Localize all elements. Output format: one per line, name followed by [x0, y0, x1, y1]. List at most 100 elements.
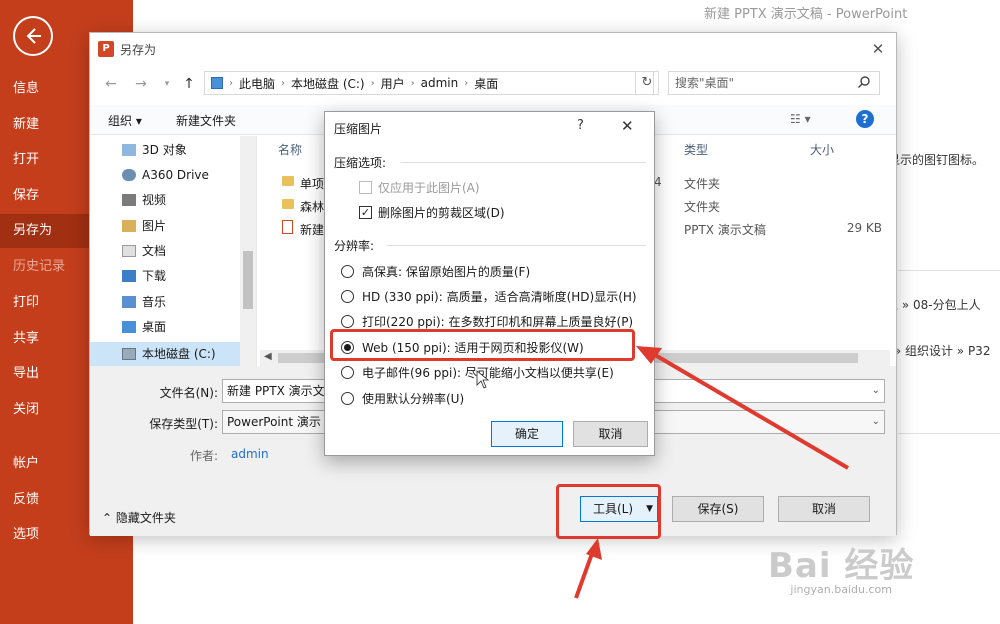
close-icon[interactable]: ✕ [868, 39, 888, 59]
tree-item-desktop[interactable]: 桌面 [122, 315, 166, 339]
author-value[interactable]: admin [231, 447, 269, 461]
cancel-button[interactable]: 取消 [573, 421, 648, 447]
hide-folders-toggle[interactable]: ⌃ 隐藏文件夹 [102, 509, 176, 526]
chevron-up-icon: ⌃ [102, 511, 113, 525]
refresh-icon[interactable]: ↻ [635, 71, 659, 95]
save-button[interactable]: 保存(S) [672, 496, 764, 522]
tree-item-local-disk[interactable]: 本地磁盘 (C:) [90, 342, 240, 366]
radio-label: HD (330 ppi): 高质量，适合高清晰度(HD)显示(H) [362, 290, 637, 304]
radio-label: 打印(220 ppi): 在多数打印机和屏幕上质量良好(P) [362, 315, 634, 329]
breadcrumb-separator-icon: › [410, 77, 415, 89]
tree-item-a360[interactable]: A360 Drive [122, 163, 209, 187]
file-type: 文件夹 [684, 200, 721, 214]
help-icon[interactable]: ? [577, 118, 584, 133]
view-options-icon[interactable]: ☷ ▾ [790, 112, 811, 126]
dialog-title: 压缩图片 [334, 122, 383, 136]
file-type: PPTX 演示文稿 [684, 223, 766, 237]
3d-objects-icon [122, 144, 136, 156]
column-name[interactable]: 名称 [278, 141, 302, 158]
tree-item-downloads[interactable]: 下载 [122, 264, 166, 288]
delete-cropped-checkbox[interactable]: ✓ 删除图片的剪裁区域(D) [359, 204, 505, 221]
apply-only-label: 仅应用于此图片(A) [378, 181, 480, 195]
pc-icon [211, 77, 223, 89]
watermark: Bai 经验 jingyan.baidu.com [768, 538, 914, 596]
radio-icon [341, 265, 354, 278]
radio-label: 高保真: 保留原始图片的质量(F) [362, 265, 531, 279]
help-icon[interactable]: ? [856, 110, 874, 128]
address-bar[interactable]: › 此电脑 › 本地磁盘 (C:) › 用户 › admin › 桌面 [204, 71, 654, 95]
file-name: 新建 [300, 223, 325, 237]
drive-icon [122, 348, 136, 360]
breadcrumb-desktop[interactable]: 桌面 [474, 75, 498, 92]
checkbox-icon [359, 181, 372, 194]
download-icon [122, 270, 136, 282]
file-size: 29 KB [846, 221, 882, 235]
organize-button[interactable]: 组织 ▾ [108, 112, 142, 129]
radio-icon [341, 392, 354, 405]
ok-button[interactable]: 确定 [491, 421, 563, 447]
music-icon [122, 296, 136, 308]
hide-folders-label: 隐藏文件夹 [115, 511, 176, 525]
cancel-button[interactable]: 取消 [778, 496, 870, 522]
back-nav-icon[interactable]: ← [102, 75, 120, 93]
tree-item-music[interactable]: 音乐 [122, 290, 166, 314]
scroll-left-icon[interactable]: ◀ [264, 351, 272, 362]
up-arrow-icon[interactable]: ↑ [180, 75, 198, 93]
file-type: 文件夹 [684, 177, 721, 191]
radio-label: 电子邮件(96 ppi): 尽可能缩小文档以便共享(E) [362, 366, 614, 380]
tree-scrollbar[interactable] [240, 136, 256, 366]
folder-icon [282, 199, 294, 209]
radio-icon [341, 315, 354, 328]
resolution-section-label: 分辨率: [334, 239, 375, 253]
radio-default-resolution[interactable]: 使用默认分辨率(U) [341, 390, 464, 407]
backdrop-hint: 显示的图钉图标。 [888, 153, 985, 167]
apply-only-checkbox: 仅应用于此图片(A) [359, 179, 480, 196]
column-size[interactable]: 大小 [810, 141, 834, 158]
file-name: 森林 [300, 200, 325, 214]
filename-label: 文件名(N): [159, 386, 218, 400]
column-type[interactable]: 类型 [684, 141, 708, 158]
folder-icon [282, 176, 294, 186]
annotation-highlight-tools [556, 484, 661, 539]
chevron-down-icon[interactable]: ⌄ [872, 380, 880, 402]
divider [387, 245, 646, 246]
radio-icon [341, 290, 354, 303]
dialog-titlebar: P 另存为 ✕ [90, 33, 896, 63]
savetype-value: PowerPoint 演示 [227, 415, 321, 429]
documents-icon [122, 245, 136, 257]
powerpoint-icon: P [98, 41, 114, 57]
forward-nav-icon[interactable]: → [132, 75, 150, 93]
scrollbar-thumb[interactable] [243, 251, 253, 309]
recent-locations-icon[interactable]: ▾ [158, 75, 176, 93]
pictures-icon [122, 220, 136, 232]
close-icon[interactable]: ✕ [621, 117, 634, 135]
dialog-title: 另存为 [120, 43, 157, 57]
breadcrumb-local-disk[interactable]: 本地磁盘 (C:) [291, 75, 365, 92]
radio-print-220[interactable]: 打印(220 ppi): 在多数打印机和屏幕上质量良好(P) [341, 313, 633, 330]
tree-item-videos[interactable]: 视频 [122, 188, 166, 212]
desktop-icon [122, 321, 136, 333]
new-folder-button[interactable]: 新建文件夹 [176, 112, 236, 129]
radio-label: 使用默认分辨率(U) [362, 392, 465, 406]
radio-hd-330[interactable]: HD (330 ppi): 高质量，适合高清晰度(HD)显示(H) [341, 288, 637, 305]
breadcrumb-separator-icon: › [229, 77, 233, 89]
file-date: 4 [654, 175, 662, 189]
tree-item-pictures[interactable]: 图片 [122, 214, 166, 238]
breadcrumb-admin[interactable]: admin [421, 76, 459, 90]
filename-value: 新建 PPTX 演示文 [227, 384, 325, 398]
tree-item-3d-objects[interactable]: 3D 对象 [122, 138, 187, 162]
chevron-down-icon[interactable]: ⌄ [872, 411, 880, 433]
tree-item-documents[interactable]: 文档 [122, 239, 166, 263]
pptx-file-icon [282, 220, 293, 234]
breadcrumb-separator-icon: › [281, 77, 286, 89]
radio-high-fidelity[interactable]: 高保真: 保留原始图片的质量(F) [341, 263, 530, 280]
radio-email-96[interactable]: 电子邮件(96 ppi): 尽可能缩小文档以便共享(E) [341, 364, 614, 381]
breadcrumb-separator-icon: › [370, 77, 375, 89]
breadcrumb-users[interactable]: 用户 [381, 75, 405, 92]
author-label: 作者: [190, 449, 219, 463]
breadcrumb-this-pc[interactable]: 此电脑 [239, 75, 275, 92]
backdrop-path-1[interactable]: 工 » 08-分包上人 [886, 296, 981, 313]
search-input[interactable]: 搜索"桌面" [668, 71, 880, 95]
back-arrow-icon[interactable] [13, 16, 53, 56]
window-title: 新建 PPTX 演示文稿 - PowerPoint [704, 7, 908, 22]
